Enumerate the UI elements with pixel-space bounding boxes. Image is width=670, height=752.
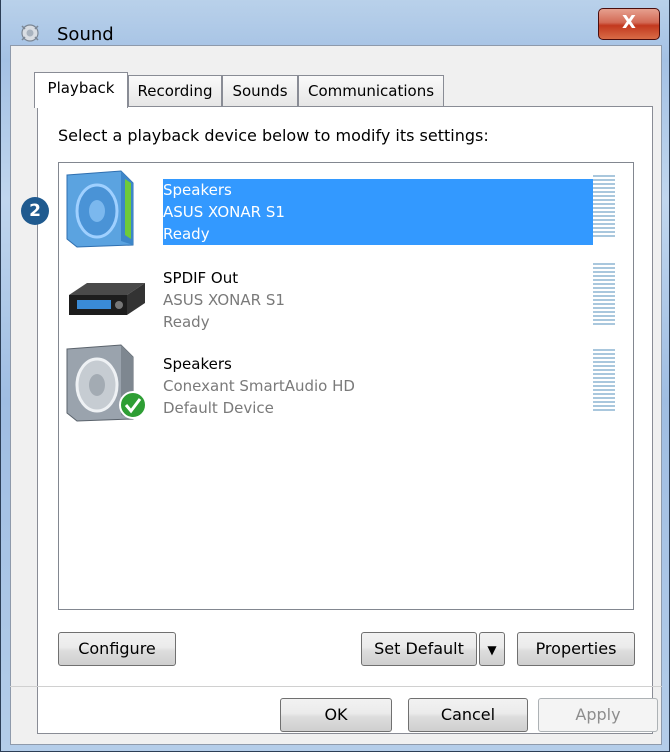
device-driver: ASUS XONAR S1	[163, 203, 285, 221]
speaker-icon	[66, 170, 134, 248]
divider	[10, 686, 662, 687]
device-text-selected: Speakers ASUS XONAR S1 Ready	[163, 179, 593, 245]
title-bar[interactable]: Sound X	[1, 0, 670, 45]
device-status: Ready	[163, 225, 210, 243]
device-item-spdif[interactable]: SPDIF Out ASUS XONAR S1 Ready	[59, 253, 633, 341]
speaker-sound-icon	[21, 24, 39, 42]
device-status: Default Device	[163, 399, 274, 417]
tab-sounds[interactable]: Sounds	[222, 75, 298, 107]
cancel-button[interactable]: Cancel	[408, 698, 528, 732]
device-list[interactable]: Speakers ASUS XONAR S1 Ready SPDIF Out A…	[58, 162, 634, 610]
set-default-button[interactable]: Set Default	[361, 632, 477, 666]
device-item-speakers-asus[interactable]: Speakers ASUS XONAR S1 Ready	[59, 165, 633, 253]
set-default-dropdown-button[interactable]: ▼	[479, 632, 505, 666]
device-driver: ASUS XONAR S1	[163, 291, 285, 309]
device-text: SPDIF Out ASUS XONAR S1 Ready	[163, 267, 285, 333]
device-driver: Conexant SmartAudio HD	[163, 377, 355, 395]
device-name: Speakers	[163, 181, 232, 199]
default-speaker-icon	[66, 344, 147, 422]
ok-button[interactable]: OK	[280, 698, 392, 732]
volume-meter	[593, 263, 615, 329]
instruction-text: Select a playback device below to modify…	[58, 126, 489, 145]
configure-button[interactable]: Configure	[58, 632, 176, 666]
step-number-badge: 2	[21, 197, 49, 225]
tab-playback[interactable]: Playback	[34, 72, 128, 108]
device-item-speakers-conexant[interactable]: Speakers Conexant SmartAudio HD Default …	[59, 339, 633, 427]
volume-meter	[593, 349, 615, 415]
device-name: Speakers	[163, 355, 232, 373]
tab-recording[interactable]: Recording	[128, 75, 222, 107]
close-button[interactable]: X	[598, 8, 660, 40]
chevron-down-icon: ▼	[487, 643, 497, 657]
window-title: Sound	[57, 24, 114, 45]
volume-meter	[593, 175, 615, 241]
device-name: SPDIF Out	[163, 269, 239, 287]
spdif-device-icon	[69, 283, 145, 315]
sound-dialog-window: Sound X Playback Recording Sounds Commun…	[0, 0, 670, 752]
properties-button[interactable]: Properties	[517, 632, 635, 666]
apply-button[interactable]: Apply	[538, 698, 658, 732]
device-text: Speakers Conexant SmartAudio HD Default …	[163, 353, 355, 419]
device-status: Ready	[163, 313, 210, 331]
tab-communications[interactable]: Communications	[298, 75, 444, 107]
